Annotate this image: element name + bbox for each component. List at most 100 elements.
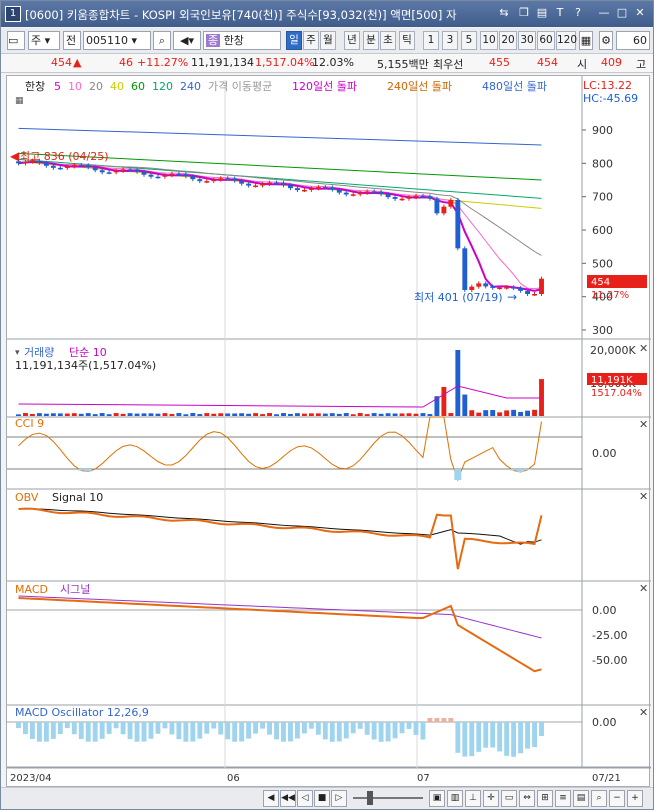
stock-name-field[interactable]: 종 한창 xyxy=(203,31,281,50)
prev-icon[interactable]: ◁ xyxy=(297,790,313,807)
period-month-button[interactable]: 월 xyxy=(320,31,336,50)
chart-area[interactable]: ✕✕✕✕✕ 90080070060050040030020,000K10,000… xyxy=(6,75,651,787)
tools-icon[interactable]: ▦ xyxy=(579,31,593,50)
candle-body xyxy=(120,169,126,171)
measure-icon[interactable]: ⊥ xyxy=(465,790,481,807)
osc-bar xyxy=(364,722,370,735)
close-icon[interactable]: ✕ xyxy=(633,6,647,20)
candle-body xyxy=(511,287,517,289)
period-second-button[interactable]: 초 xyxy=(380,31,396,50)
volume-bar xyxy=(16,414,21,416)
settings-icon[interactable]: ⚙ xyxy=(599,31,613,50)
osc-bar xyxy=(92,722,98,742)
candle-body xyxy=(329,187,335,190)
crosshair-icon[interactable]: ✛ xyxy=(483,790,499,807)
osc-bar xyxy=(211,722,217,729)
osc-bar xyxy=(518,722,524,754)
volume-bar xyxy=(246,413,252,416)
candle-body xyxy=(490,286,496,288)
bar-chart-icon[interactable]: ▥ xyxy=(447,790,463,807)
count-input[interactable]: 60 xyxy=(616,31,650,50)
period-tick-button[interactable]: 틱 xyxy=(399,31,415,50)
list-icon[interactable]: ≡ xyxy=(555,790,571,807)
period-year-button[interactable]: 년 xyxy=(344,31,360,50)
candle-body xyxy=(399,198,405,201)
obv-title: OBV xyxy=(15,491,39,504)
grid-toggle-icon[interactable]: ⊞ xyxy=(537,790,553,807)
volume-bar xyxy=(504,410,510,416)
screen-number-icon[interactable]: 1 xyxy=(5,6,21,22)
search-icon[interactable]: ⌕ xyxy=(153,31,171,50)
market-select[interactable]: 주 ▾ xyxy=(28,31,60,50)
legend-grid-icon[interactable]: ▦ xyxy=(15,96,24,106)
macd-sub: 시그널 xyxy=(60,583,90,596)
volume-bar xyxy=(99,413,105,416)
zoom-slider-handle[interactable] xyxy=(367,791,373,805)
candle-body xyxy=(78,165,84,167)
interval-10-button[interactable]: 10 xyxy=(480,31,498,50)
stop-icon[interactable]: ■ xyxy=(314,790,330,807)
obv-line xyxy=(18,507,543,570)
copy-icon[interactable]: ❐ xyxy=(517,6,531,20)
fast-back-icon[interactable]: ◀◀ xyxy=(280,790,296,807)
candle-body xyxy=(225,178,231,180)
interval-30-button[interactable]: 30 xyxy=(518,31,536,50)
speaker-icon[interactable]: ◀▾ xyxy=(173,31,201,50)
osc-bar xyxy=(434,718,440,722)
save-icon[interactable]: ▤ xyxy=(573,790,589,807)
zoom-in-icon[interactable]: ▣ xyxy=(429,790,445,807)
expand-icon[interactable]: ⇔ xyxy=(519,790,535,807)
candle-body xyxy=(176,173,182,176)
period-day-button[interactable]: 일 xyxy=(286,31,302,50)
osc-bar xyxy=(267,722,272,735)
candle-body xyxy=(455,200,461,249)
link-icon[interactable]: ⇆ xyxy=(497,6,511,20)
volume-ratio: 1,517.04% xyxy=(255,56,315,69)
volume-bar xyxy=(127,413,133,416)
font-size-icon[interactable]: T xyxy=(553,6,567,20)
osc-bar xyxy=(469,722,475,757)
interval-1-button[interactable]: 1 xyxy=(423,31,439,50)
volume-bar xyxy=(427,414,433,416)
stock-code-input[interactable]: 005110 ▾ xyxy=(83,31,151,50)
price-axis-label: 500 xyxy=(592,257,613,270)
macd-line xyxy=(18,597,542,673)
maximize-icon[interactable]: □ xyxy=(615,6,629,20)
next-icon[interactable]: ▷ xyxy=(331,790,347,807)
period-week-button[interactable]: 주 xyxy=(303,31,319,50)
candle-body xyxy=(504,287,510,289)
legend-item: 240일선 돌파 xyxy=(387,79,452,93)
osc-bar xyxy=(239,722,245,742)
osc-bar xyxy=(308,722,314,729)
osc-bar xyxy=(29,722,35,739)
volume-toggle-icon[interactable]: ▾ xyxy=(15,348,20,358)
candle-body xyxy=(308,188,314,190)
print-icon[interactable]: ▤ xyxy=(535,6,549,20)
period-minute-button[interactable]: 분 xyxy=(363,31,379,50)
interval-60-button[interactable]: 60 xyxy=(537,31,555,50)
zoom-plus-icon[interactable]: + xyxy=(627,790,643,807)
interval-120-button[interactable]: 120 xyxy=(556,31,577,50)
help-icon[interactable]: ? xyxy=(571,6,585,20)
candle-body xyxy=(532,294,537,296)
all-button[interactable]: 전 xyxy=(63,31,81,50)
shrink-icon[interactable]: ▭ xyxy=(501,790,517,807)
minimize-icon[interactable]: — xyxy=(597,6,611,20)
first-icon[interactable]: ◀ xyxy=(263,790,279,807)
layout-icon[interactable]: ▭ xyxy=(7,31,25,50)
osc-bar xyxy=(504,722,510,756)
lc-value: LC:13.22 xyxy=(583,79,632,92)
search-chart-icon[interactable]: ⌕ xyxy=(591,790,607,807)
price-change: 46 xyxy=(119,56,133,69)
interval-5-button[interactable]: 5 xyxy=(461,31,477,50)
volume-bar xyxy=(343,413,349,416)
interval-20-button[interactable]: 20 xyxy=(499,31,517,50)
osc-bar xyxy=(406,722,412,729)
osc-bar xyxy=(190,722,196,742)
zoom-out-icon[interactable]: − xyxy=(609,790,625,807)
interval-3-button[interactable]: 3 xyxy=(442,31,458,50)
volume-readout: 11,191,134주(1,517.04%) xyxy=(15,359,156,372)
osc-bar xyxy=(441,718,447,722)
volume-bar xyxy=(350,414,356,416)
zoom-slider[interactable] xyxy=(353,797,423,799)
